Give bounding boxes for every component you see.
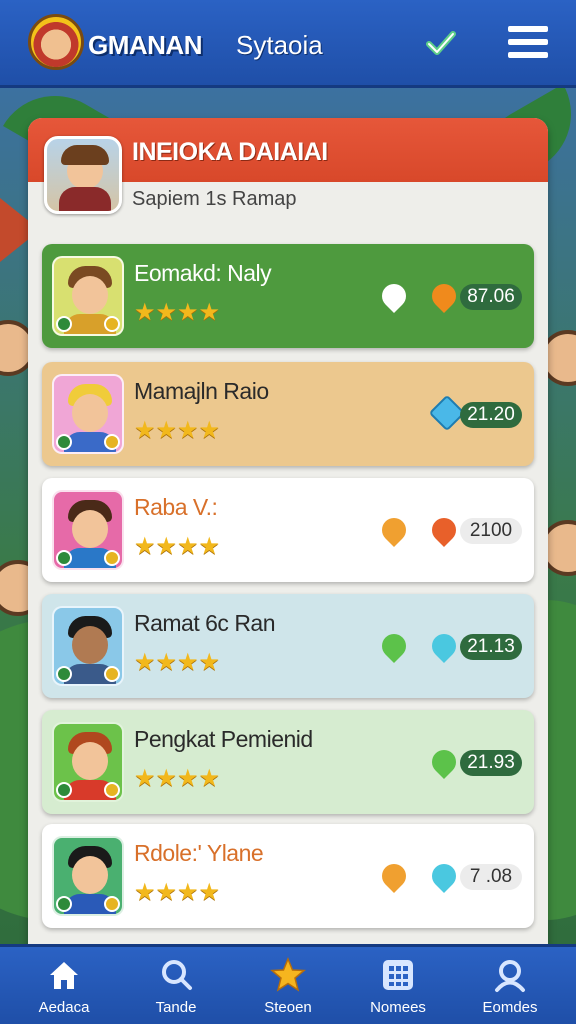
leaderboard-row[interactable]: Mamajln Raio ★★★★ 21.20 — [42, 362, 534, 466]
character-portrait — [52, 490, 124, 570]
nav-star-label: Steoen — [264, 999, 312, 1016]
character-portrait — [52, 374, 124, 454]
red-gem-icon — [427, 513, 461, 547]
player-score: 2100 — [460, 518, 522, 544]
hamburger-menu-icon[interactable] — [508, 26, 548, 62]
leaderboard-row[interactable]: Raba V.: ★★★★ 2100 — [42, 478, 534, 582]
player-name: Mamajln Raio — [134, 378, 269, 404]
star-rating: ★★★★ — [134, 879, 221, 906]
search-icon — [162, 960, 192, 990]
location-pin-icon — [377, 279, 411, 313]
character-portrait — [52, 836, 124, 916]
location-pin-icon — [377, 629, 411, 663]
player-score: 21.93 — [460, 750, 522, 776]
player-name: Raba V.: — [134, 494, 218, 520]
nav-star[interactable]: Steoen — [240, 957, 336, 1021]
home-icon — [50, 962, 78, 989]
grid-icon — [383, 960, 413, 990]
nav-search[interactable]: Tande — [128, 957, 224, 1021]
player-name: Ramat 6c Ran — [134, 610, 276, 636]
blue-gem-icon — [427, 859, 461, 893]
leaderboard-row[interactable]: Eomakd: Naly ★★★★ 87.06 — [42, 244, 534, 348]
leaderboard-row[interactable]: Pengkat Pemienid ★★★★ 21.93 — [42, 710, 534, 814]
leaderboard-row[interactable]: Rdole:' Ylane ★★★★ 7 .08 — [42, 824, 534, 928]
player-score: 21.13 — [460, 634, 522, 660]
player-score: 87.06 — [460, 284, 522, 310]
location-pin-icon — [377, 513, 411, 547]
panel-title: INEIOKA DAIAIAI — [132, 138, 328, 166]
nav-grid-label: Nomees — [370, 999, 426, 1016]
player-avatar[interactable] — [44, 136, 122, 214]
nav-home[interactable]: Aedaca — [16, 957, 112, 1021]
character-portrait — [52, 606, 124, 686]
player-name: Rdole:' Ylane — [134, 840, 264, 866]
leaderboard-panel: INEIOKA DAIAIAI Sapiem 1s Ramap Eomakd: … — [28, 118, 548, 958]
player-name: Pengkat Pemienid — [134, 726, 313, 752]
nav-home-label: Aedaca — [38, 999, 90, 1016]
green-gem-icon — [427, 745, 461, 779]
profile-icon — [495, 960, 525, 992]
star-icon — [270, 957, 306, 992]
nav-profile[interactable]: Eomdes — [462, 957, 558, 1021]
player-score: 7 .08 — [460, 864, 522, 890]
nav-search-label: Tande — [155, 999, 197, 1016]
header-title: Sytaoia — [236, 30, 323, 60]
game-logo-icon[interactable] — [28, 14, 84, 70]
orange-gem-icon — [427, 279, 461, 313]
panel-subtitle: Sapiem 1s Ramap — [132, 188, 297, 210]
check-icon[interactable] — [424, 26, 458, 60]
character-portrait — [52, 256, 124, 336]
star-rating: ★★★★ — [134, 533, 221, 560]
player-name: Eomakd: Naly — [134, 260, 272, 286]
nav-profile-label: Eomdes — [482, 999, 538, 1016]
leaderboard-row[interactable]: Ramat 6c Ran ★★★★ 21.13 — [42, 594, 534, 698]
character-portrait — [52, 722, 124, 802]
star-rating: ★★★★ — [134, 765, 221, 792]
bottom-navigation: Aedaca Tande Steoen Nomees Eomdes — [0, 944, 576, 1024]
star-rating: ★★★★ — [134, 417, 221, 444]
brand-name: GMANAN — [88, 30, 203, 60]
nav-grid[interactable]: Nomees — [350, 957, 446, 1021]
location-pin-icon — [377, 859, 411, 893]
star-rating: ★★★★ — [134, 649, 221, 676]
top-bar: GMANAN Sytaoia — [0, 0, 576, 88]
star-rating: ★★★★ — [134, 299, 221, 326]
blue-gem-icon — [427, 629, 461, 663]
player-score: 21.20 — [460, 402, 522, 428]
